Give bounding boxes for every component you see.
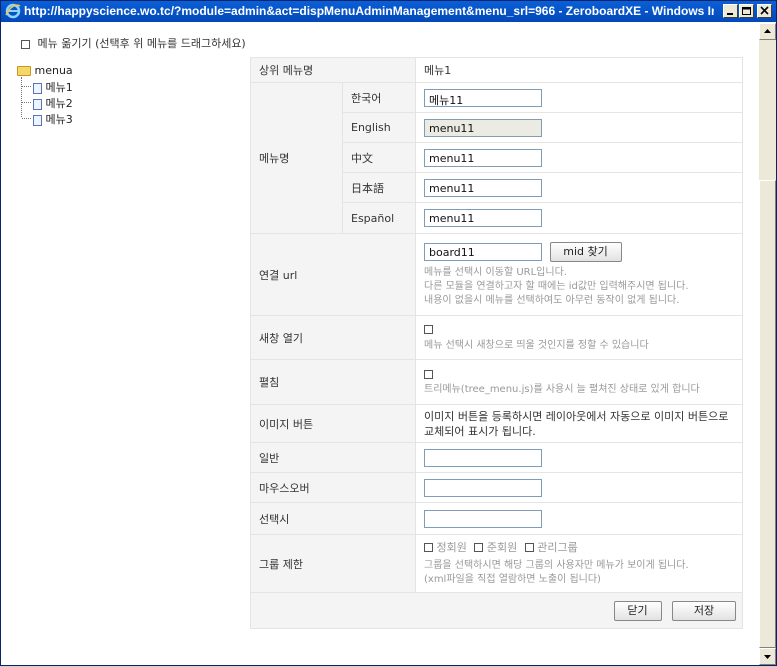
tree-connector: [22, 86, 31, 87]
image-button-desc: 이미지 버튼을 등록하시면 레이아웃에서 자동으로 이미지 버튼으로 교체되어 …: [424, 409, 729, 438]
menu-edit-form: 상위 메뉴명 메뉴1 메뉴명 한국어 메뉴11 English menu11 中…: [250, 57, 743, 629]
url-desc-1: 메뉴를 선택시 이동할 URL입니다.: [424, 266, 567, 278]
close-window-button[interactable]: [757, 4, 772, 18]
title-bar: http://happyscience.wo.tc/?module=admin&…: [1, 1, 776, 22]
url-label: 연결 url: [250, 233, 416, 316]
document-icon: [33, 114, 42, 126]
move-menu-checkbox[interactable]: [21, 39, 30, 49]
expand-checkbox[interactable]: [424, 369, 433, 379]
mouseover-image-label: 마우스오버: [250, 472, 416, 503]
arrow-down-icon: [764, 655, 771, 659]
scroll-down-button[interactable]: [759, 648, 776, 665]
normal-image-input[interactable]: [424, 448, 542, 467]
menu-name-en-input[interactable]: menu11: [424, 118, 542, 137]
tree-connector: [22, 118, 31, 119]
parent-menu-value: 메뉴1: [415, 57, 743, 83]
group-name-associate: 준회원: [486, 540, 518, 554]
parent-menu-label: 상위 메뉴명: [250, 57, 416, 83]
tree-item[interactable]: 메뉴3: [17, 111, 73, 127]
scroll-up-button[interactable]: [759, 23, 776, 40]
tree-item-label[interactable]: 메뉴1: [46, 81, 73, 94]
url-input[interactable]: board11: [424, 242, 542, 261]
new-window-label: 새창 열기: [250, 315, 416, 360]
menu-tree: menua 메뉴1 메뉴2 메뉴3: [17, 64, 73, 127]
lang-label-zh: 中文: [342, 142, 416, 173]
close-button[interactable]: 닫기: [613, 600, 662, 621]
new-window-checkbox[interactable]: [424, 325, 433, 334]
minimize-icon: [727, 13, 733, 15]
page-content: 메뉴 옮기기 (선택후 위 메뉴를 드래그하세요) menua 메뉴1 메뉴2: [1, 23, 759, 665]
group-checkbox-regular[interactable]: [424, 543, 433, 552]
maximize-button[interactable]: [739, 4, 754, 18]
move-menu-toggle[interactable]: 메뉴 옮기기 (선택후 위 메뉴를 드래그하세요): [21, 35, 246, 51]
lang-label-ko: 한국어: [342, 82, 416, 113]
tree-item[interactable]: 메뉴1: [17, 79, 73, 95]
expand-desc: 트리메뉴(tree_menu.js)를 사용시 늘 펼쳐진 상태로 있게 합니다: [424, 384, 700, 395]
tree-root[interactable]: menua: [17, 64, 73, 79]
lang-label-es: Español: [342, 202, 416, 234]
selected-image-label: 선택시: [250, 502, 416, 535]
normal-image-label: 일반: [250, 442, 416, 473]
menu-name-ja-input[interactable]: menu11: [424, 178, 542, 197]
menu-name-zh-input[interactable]: menu11: [424, 148, 542, 167]
vertical-scrollbar[interactable]: [759, 23, 776, 665]
group-name-regular: 정회원: [436, 540, 467, 554]
close-icon: [760, 6, 769, 15]
tree-item[interactable]: 메뉴2: [17, 95, 73, 111]
tree-connector: [22, 102, 31, 103]
internet-explorer-icon: [5, 3, 21, 19]
arrow-up-icon: [764, 29, 771, 33]
tree-root-label[interactable]: menua: [35, 64, 73, 77]
document-icon: [33, 82, 42, 94]
move-menu-label: 메뉴 옮기기 (선택후 위 메뉴를 드래그하세요): [37, 37, 246, 50]
minimize-button[interactable]: [723, 4, 738, 18]
lang-label-en: English: [342, 112, 416, 143]
scroll-thumb[interactable]: [759, 180, 776, 648]
menu-name-ko-input[interactable]: 메뉴11: [424, 88, 542, 107]
group-desc-2: (xml파일을 직접 열람하면 노출이 됩니다): [424, 573, 601, 585]
group-desc-1: 그룹을 선택하시면 해당 그룹의 사용자만 메뉴가 보이게 됩니다.: [424, 559, 689, 571]
menu-name-es-input[interactable]: menu11: [424, 209, 542, 227]
menu-name-label: 메뉴명: [250, 82, 343, 234]
browser-window: http://happyscience.wo.tc/?module=admin&…: [0, 0, 777, 666]
group-options: 정회원 준회원 관리그룹: [424, 541, 734, 555]
folder-icon: [17, 66, 31, 76]
image-button-label: 이미지 버튼: [250, 404, 416, 443]
new-window-desc: 메뉴 선택시 새창으로 띄울 것인지를 정할 수 있습니다: [424, 339, 649, 351]
expand-label: 펼침: [250, 359, 416, 405]
maximize-icon: [742, 7, 751, 15]
mid-search-button[interactable]: mid 찾기: [549, 241, 622, 262]
mouseover-image-input[interactable]: [424, 478, 542, 497]
window-title: http://happyscience.wo.tc/?module=admin&…: [24, 4, 714, 18]
save-button[interactable]: 저장: [672, 600, 736, 621]
tree-item-label[interactable]: 메뉴2: [46, 97, 73, 110]
group-name-admin: 관리그룹: [537, 540, 578, 554]
lang-label-ja: 日本語: [342, 172, 416, 203]
group-checkbox-associate[interactable]: [474, 543, 484, 552]
url-desc-2: 다른 모듈을 연결하고자 할 때에는 id값만 입력해주시면 됩니다.: [424, 280, 689, 292]
document-icon: [33, 98, 42, 110]
url-desc-3: 내용이 없을시 메뉴를 선택하여도 아무런 동작이 없게 됩니다.: [424, 294, 680, 306]
selected-image-input[interactable]: [424, 509, 542, 528]
group-limit-label: 그룹 제한: [250, 534, 416, 593]
group-checkbox-admin[interactable]: [524, 543, 534, 552]
tree-item-label[interactable]: 메뉴3: [46, 113, 73, 126]
